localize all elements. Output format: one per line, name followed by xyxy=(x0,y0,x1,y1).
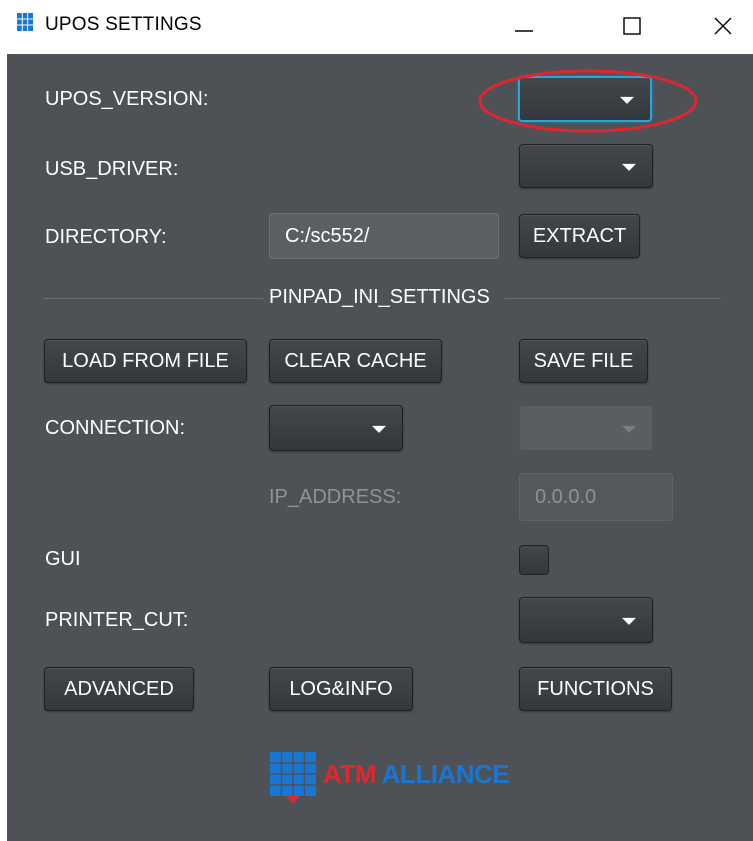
chevron-down-icon xyxy=(622,163,636,171)
chevron-down-icon xyxy=(622,617,636,625)
separator-right xyxy=(505,298,721,299)
save-file-button[interactable]: SAVE FILE xyxy=(519,339,648,383)
logo-word-atm: ATM xyxy=(323,759,376,789)
connection-label: CONNECTION: xyxy=(45,417,185,439)
atm-alliance-logo: ATM ALLIANCE xyxy=(270,752,510,812)
gui-label: GUI xyxy=(45,548,81,570)
printer-cut-label: PRINTER_CUT: xyxy=(45,609,189,631)
app-icon xyxy=(17,13,33,31)
window-title: UPOS SETTINGS xyxy=(45,14,202,35)
chevron-down-icon xyxy=(622,425,636,433)
settings-panel: UPOS_VERSION: USB_DRIVER: DIRECTORY: C:/… xyxy=(7,54,753,841)
connection-dropdown[interactable] xyxy=(269,405,403,451)
upos-version-label: UPOS_VERSION: xyxy=(45,88,209,110)
ip-address-input: 0.0.0.0 xyxy=(519,473,673,521)
usb-driver-label: USB_DRIVER: xyxy=(45,158,179,180)
separator-left xyxy=(43,298,263,299)
title-bar: UPOS SETTINGS xyxy=(0,0,753,54)
pinpad-section-title: PINPAD_INI_SETTINGS xyxy=(269,286,490,308)
functions-button[interactable]: FUNCTIONS xyxy=(519,667,672,711)
chevron-down-icon xyxy=(620,96,634,104)
logo-word-alliance: ALLIANCE xyxy=(381,759,510,789)
load-from-file-button[interactable]: LOAD FROM FILE xyxy=(44,339,247,383)
close-button[interactable] xyxy=(693,6,753,46)
minimize-button[interactable] xyxy=(494,6,554,46)
connection-port-dropdown xyxy=(519,405,653,451)
logo-icon xyxy=(270,752,316,804)
clear-cache-button[interactable]: CLEAR CACHE xyxy=(269,339,442,383)
upos-version-dropdown[interactable] xyxy=(518,76,652,122)
maximize-button[interactable] xyxy=(602,6,662,46)
gui-checkbox[interactable] xyxy=(519,545,549,575)
chevron-down-icon xyxy=(372,425,386,433)
maximize-icon xyxy=(623,17,641,35)
minimize-icon xyxy=(515,30,533,32)
close-icon xyxy=(714,17,732,35)
directory-input[interactable]: C:/sc552/ xyxy=(269,213,499,259)
logo-wordmark: ATM ALLIANCE xyxy=(323,759,510,790)
advanced-button[interactable]: ADVANCED xyxy=(44,667,194,711)
extract-button[interactable]: EXTRACT xyxy=(519,214,640,258)
usb-driver-dropdown[interactable] xyxy=(519,144,653,188)
printer-cut-dropdown[interactable] xyxy=(519,597,653,643)
ip-address-label: IP_ADDRESS: xyxy=(269,486,402,508)
directory-label: DIRECTORY: xyxy=(45,226,167,248)
log-info-button[interactable]: LOG&INFO xyxy=(269,667,413,711)
